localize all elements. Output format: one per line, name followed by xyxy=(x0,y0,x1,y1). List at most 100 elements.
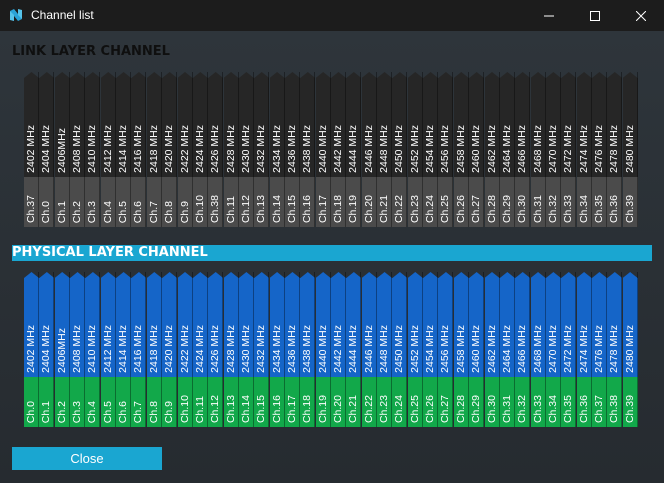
link-channel-frequency: 2436 MHz xyxy=(284,78,300,177)
physical-channel-column: 2456 MHz Ch.27 xyxy=(438,272,454,427)
physical-channel-number: Ch.8 xyxy=(146,377,162,427)
close-window-button[interactable] xyxy=(618,0,664,31)
link-channel-label: Ch.6 xyxy=(132,200,145,223)
physical-channel-frequency: 2448 MHz xyxy=(377,278,393,377)
link-channel-label: Ch.13 xyxy=(255,194,268,223)
physical-channel-number: Ch.2 xyxy=(54,377,70,427)
link-channel-number: Ch.34 xyxy=(576,177,592,227)
link-channel-frequency: 2416 MHz xyxy=(131,78,147,177)
physical-channel-number: Ch.3 xyxy=(70,377,86,427)
physical-frequency-label: 2406MHz xyxy=(55,328,68,373)
physical-channel-frequency: 2452 MHz xyxy=(407,278,423,377)
link-channel-number: Ch.29 xyxy=(499,177,515,227)
link-channel-frequency: 2480 MHz xyxy=(622,78,638,177)
physical-channel-label: Ch.30 xyxy=(485,394,498,423)
physical-channel-label: Ch.39 xyxy=(623,394,636,423)
link-channel-label: Ch.12 xyxy=(239,194,252,223)
physical-channel-frequency: 2408 MHz xyxy=(70,278,86,377)
physical-channel-number: Ch.24 xyxy=(392,377,408,427)
link-channel-frequency: 2472 MHz xyxy=(561,78,577,177)
physical-frequency-label: 2446 MHz xyxy=(362,325,375,373)
link-frequency-label: 2436 MHz xyxy=(285,125,298,173)
link-channel-number: Ch.21 xyxy=(377,177,393,227)
link-channel-column: 2454 MHz Ch.24 xyxy=(423,72,439,227)
link-channel-frequency: 2466 MHz xyxy=(515,78,531,177)
link-channel-column: 2402 MHz Ch.37 xyxy=(24,72,39,227)
link-channel-number: Ch.3 xyxy=(85,177,101,227)
maximize-button[interactable] xyxy=(572,0,618,31)
link-channel-frequency: 2448 MHz xyxy=(377,78,393,177)
physical-channel-label: Ch.26 xyxy=(424,394,437,423)
physical-channel-label: Ch.22 xyxy=(362,394,375,423)
link-channel-label: Ch.19 xyxy=(347,194,360,223)
physical-channel-frequency: 2424 MHz xyxy=(192,278,208,377)
link-channel-number: Ch.12 xyxy=(238,177,254,227)
physical-channel-frequency: 2480 MHz xyxy=(622,278,638,377)
physical-channel-frequency: 2446 MHz xyxy=(361,278,377,377)
link-channel-label: Ch.25 xyxy=(439,194,452,223)
physical-channel-number: Ch.26 xyxy=(423,377,439,427)
link-channel-number: Ch.38 xyxy=(208,177,224,227)
physical-layer-header: PHYSICAL LAYER CHANNEL xyxy=(12,245,652,261)
close-button[interactable]: Close xyxy=(12,447,162,470)
link-channel-number: Ch.5 xyxy=(116,177,132,227)
link-channel-label: Ch.27 xyxy=(470,194,483,223)
physical-channel-number: Ch.14 xyxy=(238,377,254,427)
physical-channel-label: Ch.33 xyxy=(531,394,544,423)
physical-channel-label: Ch.17 xyxy=(285,394,298,423)
link-channel-frequency: 2442 MHz xyxy=(331,78,346,177)
physical-frequency-label: 2470 MHz xyxy=(546,325,559,373)
link-channel-number: Ch.31 xyxy=(530,177,546,227)
link-frequency-label: 2448 MHz xyxy=(378,125,391,173)
link-channel-frequency: 2408 MHz xyxy=(70,78,86,177)
physical-channel-frequency: 2442 MHz xyxy=(331,278,346,377)
physical-channel-label: Ch.35 xyxy=(562,394,575,423)
physical-channel-number: Ch.25 xyxy=(407,377,423,427)
link-frequency-label: 2460 MHz xyxy=(470,125,483,173)
physical-frequency-label: 2432 MHz xyxy=(255,325,268,373)
title-bar[interactable]: Channel list xyxy=(0,0,664,31)
physical-channel-column: 2424 MHz Ch.11 xyxy=(192,272,208,427)
physical-channel-column: 2440 MHz Ch.19 xyxy=(315,272,331,427)
physical-channel-label: Ch.29 xyxy=(470,394,483,423)
link-channel-column: 2466 MHz Ch.30 xyxy=(515,72,531,227)
link-channel-label: Ch.5 xyxy=(117,200,130,223)
link-channel-frequency: 2410 MHz xyxy=(85,78,101,177)
link-column-divider xyxy=(636,72,638,227)
physical-channel-number: Ch.10 xyxy=(177,377,193,427)
link-channel-column: 2410 MHz Ch.3 xyxy=(85,72,101,227)
physical-frequency-label: 2450 MHz xyxy=(393,325,406,373)
physical-channel-column: 2438 MHz Ch.18 xyxy=(300,272,316,427)
link-channel-number: Ch.23 xyxy=(407,177,423,227)
link-channel-frequency: 2438 MHz xyxy=(300,78,316,177)
physical-channel-label: Ch.19 xyxy=(316,394,329,423)
physical-channel-frequency: 2436 MHz xyxy=(284,278,300,377)
physical-channel-label: Ch.10 xyxy=(178,394,191,423)
link-channel-number: Ch.4 xyxy=(100,177,116,227)
physical-frequency-label: 2454 MHz xyxy=(424,325,437,373)
physical-channel-number: Ch.31 xyxy=(499,377,515,427)
physical-channel-column: 2468 MHz Ch.33 xyxy=(530,272,546,427)
physical-channel-label: Ch.8 xyxy=(147,400,160,423)
physical-frequency-label: 2420 MHz xyxy=(163,325,176,373)
link-channel-column: 2464 MHz Ch.29 xyxy=(499,72,515,227)
physical-frequency-label: 2422 MHz xyxy=(178,325,191,373)
physical-channel-number: Ch.19 xyxy=(315,377,331,427)
link-frequency-label: 2428 MHz xyxy=(224,125,237,173)
link-channel-column: 2416 MHz Ch.6 xyxy=(131,72,147,227)
link-channel-frequency: 2406MHz xyxy=(54,78,70,177)
physical-frequency-label: 2448 MHz xyxy=(378,325,391,373)
physical-channel-column: 2480 MHz Ch.39 xyxy=(622,272,638,427)
link-layer-header: LINK LAYER CHANNEL xyxy=(12,44,170,59)
link-channel-number: Ch.18 xyxy=(331,177,346,227)
physical-channel-label: Ch.16 xyxy=(270,394,283,423)
link-frequency-label: 2426 MHz xyxy=(209,125,222,173)
link-frequency-label: 2414 MHz xyxy=(117,125,130,173)
link-channel-label: Ch.38 xyxy=(209,194,222,223)
link-channel-number: Ch.0 xyxy=(39,177,55,227)
link-channel-number: Ch.16 xyxy=(300,177,316,227)
link-frequency-label: 2416 MHz xyxy=(132,125,145,173)
link-frequency-label: 2478 MHz xyxy=(608,125,621,173)
minimize-button[interactable] xyxy=(526,0,572,31)
link-channel-number: Ch.20 xyxy=(361,177,377,227)
